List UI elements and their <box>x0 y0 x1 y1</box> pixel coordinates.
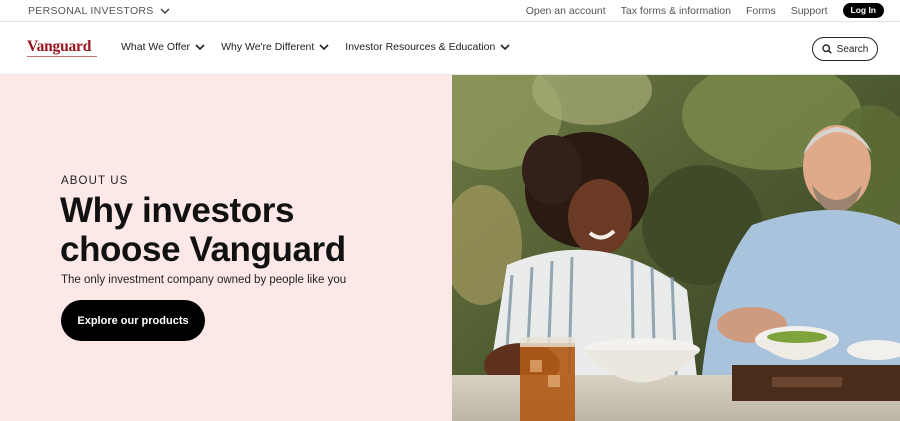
logo-underline <box>27 56 97 57</box>
explore-products-button[interactable]: Explore our products <box>61 300 205 341</box>
chevron-down-icon <box>195 43 205 50</box>
login-button[interactable]: Log In <box>842 3 884 18</box>
primary-nav: What We Offer Why We're Different Invest… <box>121 41 510 53</box>
utility-links: Open an account Tax forms & information … <box>526 3 884 18</box>
nav-label: Why We're Different <box>221 41 315 53</box>
chevron-down-icon <box>500 43 510 50</box>
hero-eyebrow: ABOUT US <box>61 175 129 187</box>
hero-photo <box>452 75 900 421</box>
search-icon <box>821 44 832 54</box>
hero-headline: Why investors choose Vanguard <box>60 191 346 269</box>
main-header: Vanguard What We Offer Why We're Differe… <box>0 22 900 75</box>
segment-selector[interactable]: PERSONAL INVESTORS <box>28 5 170 17</box>
open-account-link[interactable]: Open an account <box>526 5 606 17</box>
nav-why-different[interactable]: Why We're Different <box>221 41 329 53</box>
nav-investor-resources[interactable]: Investor Resources & Education <box>345 41 510 53</box>
segment-label: PERSONAL INVESTORS <box>28 5 154 17</box>
chevron-down-icon <box>160 7 170 14</box>
hero-headline-line-1: Why investors <box>60 191 295 230</box>
search-button[interactable]: Search <box>812 37 878 61</box>
vanguard-logo[interactable]: Vanguard <box>27 38 91 56</box>
nav-label: What We Offer <box>121 41 191 53</box>
tax-forms-link[interactable]: Tax forms & information <box>621 5 731 17</box>
search-label: Search <box>836 43 869 55</box>
nav-label: Investor Resources & Education <box>345 41 496 53</box>
forms-link[interactable]: Forms <box>746 5 776 17</box>
chevron-down-icon <box>319 43 329 50</box>
utility-bar: PERSONAL INVESTORS Open an account Tax f… <box>0 0 900 22</box>
hero-subtext: The only investment company owned by peo… <box>61 274 347 286</box>
support-link[interactable]: Support <box>791 5 828 17</box>
nav-what-we-offer[interactable]: What We Offer <box>121 41 205 53</box>
hero-photo-illustration <box>452 75 900 421</box>
hero-headline-line-2: choose Vanguard <box>60 230 346 269</box>
hero-panel: ABOUT US Why investors choose Vanguard T… <box>0 75 452 421</box>
